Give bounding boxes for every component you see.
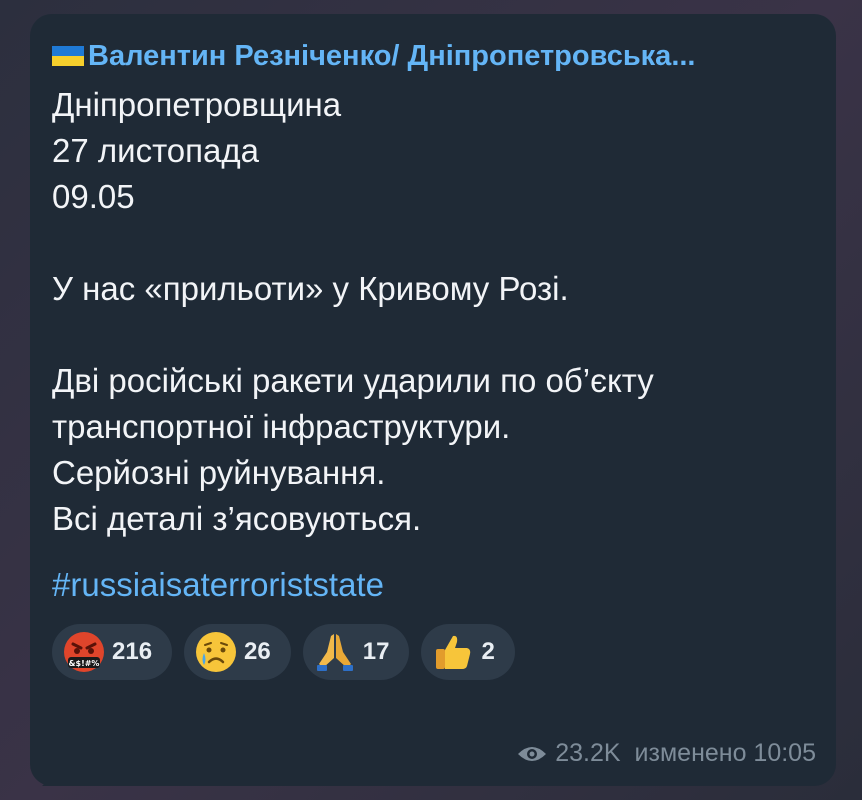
folded-hands-emoji-icon <box>316 634 353 671</box>
message-bubble: Валентин Резніченко/ Дніпропетровська...… <box>30 14 836 786</box>
message-line: Дві російські ракети ударили по об’єкту <box>52 362 654 399</box>
reaction-crying[interactable]: 26 <box>184 624 291 680</box>
thumbs-up-emoji-icon <box>436 635 471 669</box>
reactions-bar: &$!#% 216 26 17 2 <box>52 624 814 680</box>
svg-text:&$!#%: &$!#% <box>69 659 100 668</box>
reaction-thumbs-up[interactable]: 2 <box>421 624 515 680</box>
eye-icon <box>518 746 547 761</box>
view-count: 23.2K <box>555 739 621 767</box>
bubble-tail <box>42 768 62 786</box>
message-line: 27 листопада <box>52 132 259 169</box>
reaction-count: 216 <box>112 638 153 665</box>
edited-time: изменено 10:05 <box>634 739 816 767</box>
message-text: Дніпропетровщина 27 листопада 09.05 У на… <box>52 82 814 542</box>
reaction-swearing[interactable]: &$!#% 216 <box>52 624 173 680</box>
message-line: 09.05 <box>52 178 135 215</box>
reaction-count: 26 <box>244 638 271 665</box>
sender-name[interactable]: Валентин Резніченко/ Дніпропетровська... <box>88 38 696 74</box>
swearing-face-emoji-icon: &$!#% <box>64 632 104 672</box>
message-line: транспортної інфраструктури. <box>52 408 511 445</box>
reaction-pray[interactable]: 17 <box>302 624 410 680</box>
message-line: Дніпропетровщина <box>52 86 342 123</box>
message-meta: 23.2K изменено 10:05 <box>517 739 816 768</box>
message-line: Всі деталі з’ясовуються. <box>52 500 422 537</box>
reaction-count: 2 <box>481 638 495 665</box>
hashtag-link[interactable]: #russiaisaterroriststate <box>52 562 814 608</box>
sender-line[interactable]: Валентин Резніченко/ Дніпропетровська... <box>52 38 814 74</box>
reaction-count: 17 <box>362 638 390 665</box>
ukraine-flag-icon <box>52 46 84 66</box>
message-line: У нас «прильоти» у Кривому Розі. <box>52 270 569 307</box>
crying-face-emoji-icon <box>196 632 237 672</box>
message-line: Серйозні руйнування. <box>52 454 386 491</box>
